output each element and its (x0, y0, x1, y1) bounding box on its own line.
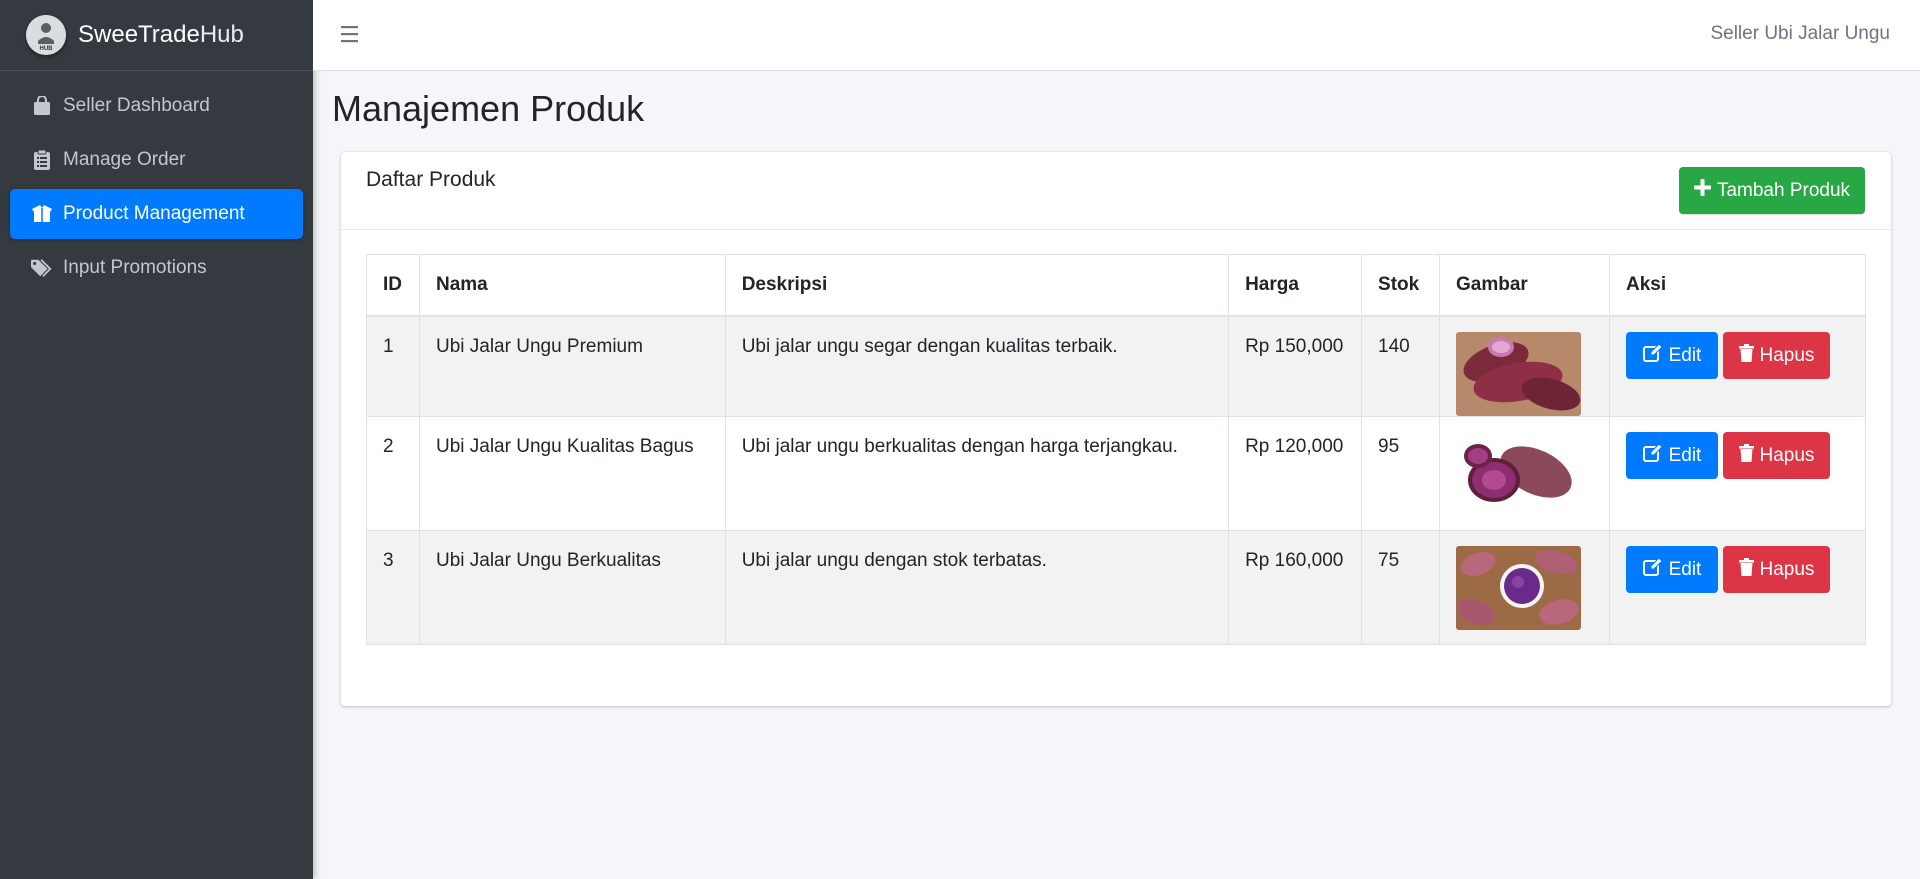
brand-name-secondary: Hub (199, 21, 244, 48)
product-image (1456, 332, 1581, 416)
cell-name: Ubi Jalar Ungu Premium (418, 315, 726, 417)
sidebar: HUB SweeTradeHub Seller Dashboard Manage… (0, 0, 313, 879)
sidebar-item-seller-dashboard[interactable]: Seller Dashboard (10, 81, 303, 131)
add-product-button[interactable]: Tambah Produk (1679, 167, 1865, 214)
delete-button[interactable]: Hapus (1722, 332, 1830, 379)
brand-logo: HUB (26, 15, 66, 55)
edit-button[interactable]: Edit (1625, 546, 1718, 593)
plus-icon (1693, 179, 1711, 202)
table-row: 3 Ubi Jalar Ungu Berkualitas Ubi jalar u… (366, 530, 1867, 645)
cell-id: 2 (366, 416, 420, 531)
trash-icon (1738, 343, 1754, 368)
delete-label: Hapus (1759, 344, 1815, 366)
edit-button[interactable]: Edit (1625, 332, 1718, 379)
edit-label: Edit (1668, 558, 1702, 580)
cell-actions: Edit Hapus (1608, 416, 1867, 531)
product-card: Daftar Produk Tambah Produk ID Nama Desk… (341, 152, 1891, 706)
cell-id: 1 (366, 315, 420, 417)
cell-actions: Edit Hapus (1608, 315, 1867, 417)
edit-icon (1642, 442, 1663, 468)
column-header-harga[interactable]: Harga (1228, 254, 1363, 317)
hamburger-icon[interactable] (341, 23, 361, 45)
svg-text:HUB: HUB (40, 46, 54, 52)
sidebar-item-label: Manage Order (63, 149, 186, 170)
box-open-icon (31, 203, 53, 225)
cell-description: Ubi jalar ungu berkualitas dengan harga … (724, 416, 1230, 531)
cell-stock: 95 (1361, 416, 1440, 531)
cell-image (1439, 315, 1610, 417)
column-header-aksi[interactable]: Aksi (1608, 254, 1867, 317)
trash-icon (1738, 557, 1754, 582)
cell-price: Rp 150,000 (1228, 315, 1363, 417)
clipboard-list-icon (31, 149, 53, 171)
column-header-nama[interactable]: Nama (418, 254, 726, 317)
delete-button[interactable]: Hapus (1722, 432, 1830, 479)
column-header-gambar[interactable]: Gambar (1439, 254, 1610, 317)
column-header-deskripsi[interactable]: Deskripsi (724, 254, 1230, 317)
page-title: Manajemen Produk (332, 88, 645, 129)
sidebar-item-label: Product Management (63, 203, 245, 224)
cell-name: Ubi Jalar Ungu Kualitas Bagus (418, 416, 726, 531)
sidebar-item-manage-order[interactable]: Manage Order (10, 135, 303, 185)
cell-image (1439, 530, 1610, 645)
user-menu[interactable]: Seller Ubi Jalar Ungu (1710, 23, 1890, 45)
column-header-id[interactable]: ID (366, 254, 420, 317)
sidebar-item-product-management[interactable]: Product Management (10, 189, 303, 239)
card-title: Daftar Produk (366, 168, 496, 191)
shopping-bag-icon (31, 95, 53, 117)
edit-icon (1642, 556, 1663, 582)
delete-label: Hapus (1759, 558, 1815, 580)
cell-description: Ubi jalar ungu dengan stok terbatas. (724, 530, 1230, 645)
cell-price: Rp 160,000 (1228, 530, 1363, 645)
column-header-stok[interactable]: Stok (1361, 254, 1440, 317)
cell-image (1439, 416, 1610, 531)
cell-price: Rp 120,000 (1228, 416, 1363, 531)
top-navbar: Seller Ubi Jalar Ungu (313, 0, 1920, 71)
table-row: 2 Ubi Jalar Ungu Kualitas Bagus Ubi jala… (366, 416, 1867, 531)
sidebar-item-input-promotions[interactable]: Input Promotions (10, 243, 303, 293)
trash-icon (1738, 443, 1754, 468)
product-image (1456, 432, 1581, 516)
delete-label: Hapus (1759, 444, 1815, 466)
add-product-label: Tambah Produk (1716, 179, 1851, 201)
cell-description: Ubi jalar ungu segar dengan kualitas ter… (724, 315, 1230, 417)
cell-stock: 75 (1361, 530, 1440, 645)
card-header: Daftar Produk Tambah Produk (341, 152, 1891, 230)
sidebar-item-label: Input Promotions (63, 257, 207, 278)
cell-id: 3 (366, 530, 420, 645)
brand-name-primary: SweeTrade (78, 21, 200, 48)
cell-name: Ubi Jalar Ungu Berkualitas (418, 530, 726, 645)
delete-button[interactable]: Hapus (1722, 546, 1830, 593)
edit-button[interactable]: Edit (1625, 432, 1718, 479)
brand-name: SweeTradeHub (78, 21, 244, 49)
edit-label: Edit (1668, 444, 1702, 466)
product-table: ID Nama Deskripsi Harga Stok Gambar Aksi… (366, 254, 1867, 645)
brand-link[interactable]: HUB SweeTradeHub (0, 0, 313, 71)
sidebar-nav: Seller Dashboard Manage Order Product Ma… (0, 71, 313, 293)
sidebar-item-label: Seller Dashboard (63, 95, 210, 116)
cell-stock: 140 (1361, 315, 1440, 417)
cell-actions: Edit Hapus (1608, 530, 1867, 645)
table-row: 1 Ubi Jalar Ungu Premium Ubi jalar ungu … (366, 315, 1867, 417)
tags-icon (31, 257, 53, 279)
table-header-row: ID Nama Deskripsi Harga Stok Gambar Aksi (366, 254, 1867, 317)
product-image (1456, 546, 1581, 630)
edit-label: Edit (1668, 344, 1702, 366)
edit-icon (1642, 342, 1663, 368)
